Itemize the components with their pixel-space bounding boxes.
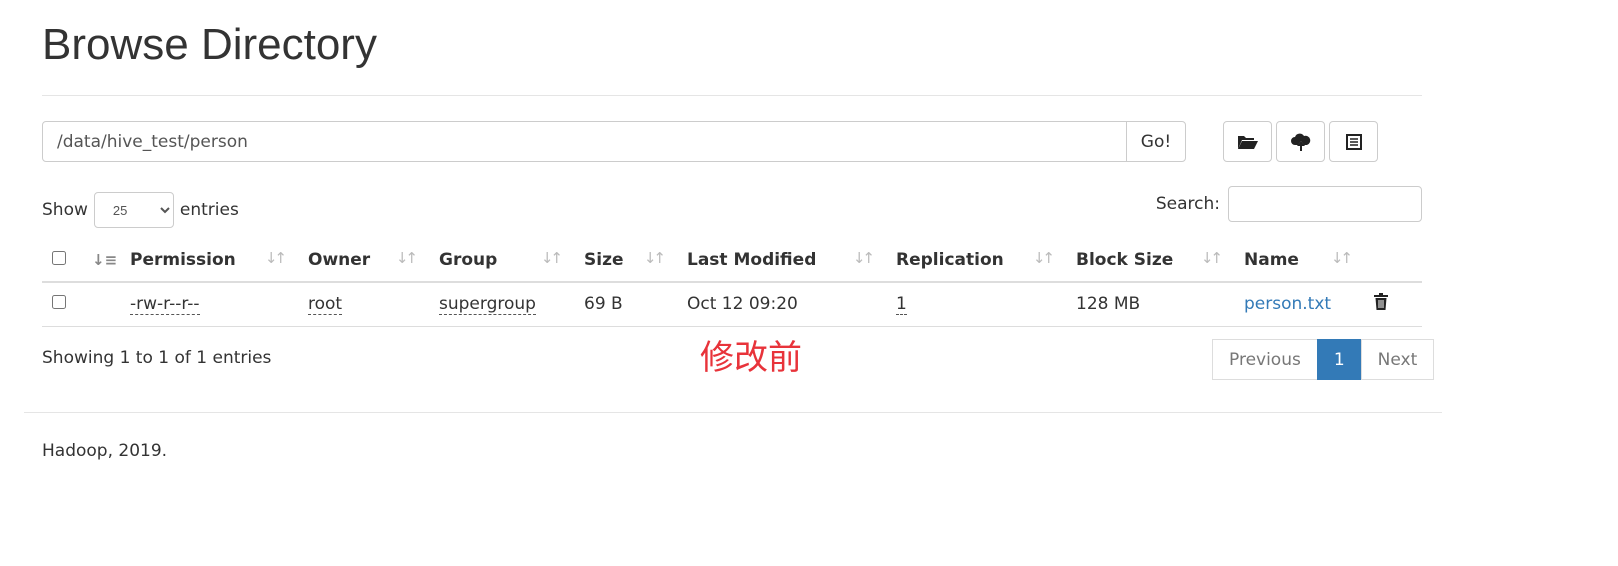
column-header-group[interactable]: Group ↓↑	[427, 238, 572, 283]
search-control: Search:	[1156, 186, 1422, 222]
sort-icon: ↓↑	[540, 249, 563, 267]
sort-icon: ↓↑	[1032, 249, 1055, 267]
column-header-permission[interactable]: Permission ↓↑	[118, 238, 296, 283]
next-button[interactable]: Next	[1360, 339, 1435, 380]
sort-icon: ↓↑	[643, 249, 666, 267]
group-value[interactable]: supergroup	[439, 294, 536, 316]
table-info: Showing 1 to 1 of 1 entries	[42, 348, 272, 368]
search-label: Search:	[1155, 194, 1220, 214]
pagination: Previous 1 Next	[1212, 339, 1435, 380]
column-header-size[interactable]: Size ↓↑	[572, 238, 675, 283]
length-control: Show 25 entries	[42, 192, 239, 228]
sort-default-header[interactable]: ↓≡	[80, 238, 118, 283]
column-header-replication[interactable]: Replication ↓↑	[884, 238, 1064, 283]
block-size-value: 128 MB	[1064, 282, 1232, 327]
show-label: Show	[42, 200, 88, 220]
page-title: Browse Directory	[42, 20, 377, 69]
replication-value[interactable]: 1	[896, 294, 907, 316]
column-header-name[interactable]: Name ↓↑	[1232, 238, 1362, 283]
permission-value[interactable]: -rw-r--r--	[130, 294, 200, 316]
previous-button[interactable]: Previous	[1212, 339, 1318, 380]
owner-value[interactable]: root	[308, 294, 343, 316]
size-value: 69 B	[572, 282, 675, 327]
sort-icon: ↓↑	[1330, 249, 1353, 267]
entries-select[interactable]: 25	[93, 192, 174, 228]
search-input[interactable]	[1228, 186, 1422, 222]
file-name-link[interactable]: person.txt	[1244, 294, 1331, 314]
annotation-text: 修改前	[700, 338, 802, 378]
sort-icon: ↓↑	[1200, 249, 1223, 267]
path-input[interactable]	[42, 121, 1127, 162]
sort-icon: ↓↑	[264, 249, 287, 267]
trash-icon[interactable]	[1374, 293, 1388, 311]
cut-paste-button[interactable]	[1329, 121, 1378, 162]
file-table: ↓≡ Permission ↓↑ Owner ↓↑ Group ↓↑ Size ↓↑ L…	[42, 238, 1422, 327]
divider	[42, 95, 1422, 96]
sort-icon: ↓≡	[92, 250, 118, 269]
column-header-owner[interactable]: Owner ↓↑	[296, 238, 427, 283]
go-button[interactable]: Go!	[1126, 121, 1186, 162]
column-header-block-size[interactable]: Block Size ↓↑	[1064, 238, 1232, 283]
table-row: -rw-r--r-- root supergroup 69 B Oct 12 0…	[42, 282, 1422, 327]
folder-open-icon	[1237, 135, 1258, 149]
row-checkbox[interactable]	[52, 295, 66, 310]
sort-icon: ↓↑	[852, 249, 875, 267]
footer-text: Hadoop, 2019.	[42, 441, 168, 461]
entries-label: entries	[179, 200, 239, 220]
page-1-button[interactable]: 1	[1316, 339, 1362, 380]
divider	[24, 412, 1442, 413]
cloud-upload-icon	[1290, 133, 1310, 151]
upload-button[interactable]	[1276, 121, 1325, 162]
create-directory-button[interactable]	[1223, 121, 1272, 162]
select-all-checkbox[interactable]	[52, 250, 66, 265]
list-alt-icon	[1345, 133, 1362, 150]
sort-icon: ↓↑	[395, 249, 418, 267]
column-header-last-modified[interactable]: Last Modified ↓↑	[675, 238, 884, 283]
modified-value: Oct 12 09:20	[675, 282, 884, 327]
